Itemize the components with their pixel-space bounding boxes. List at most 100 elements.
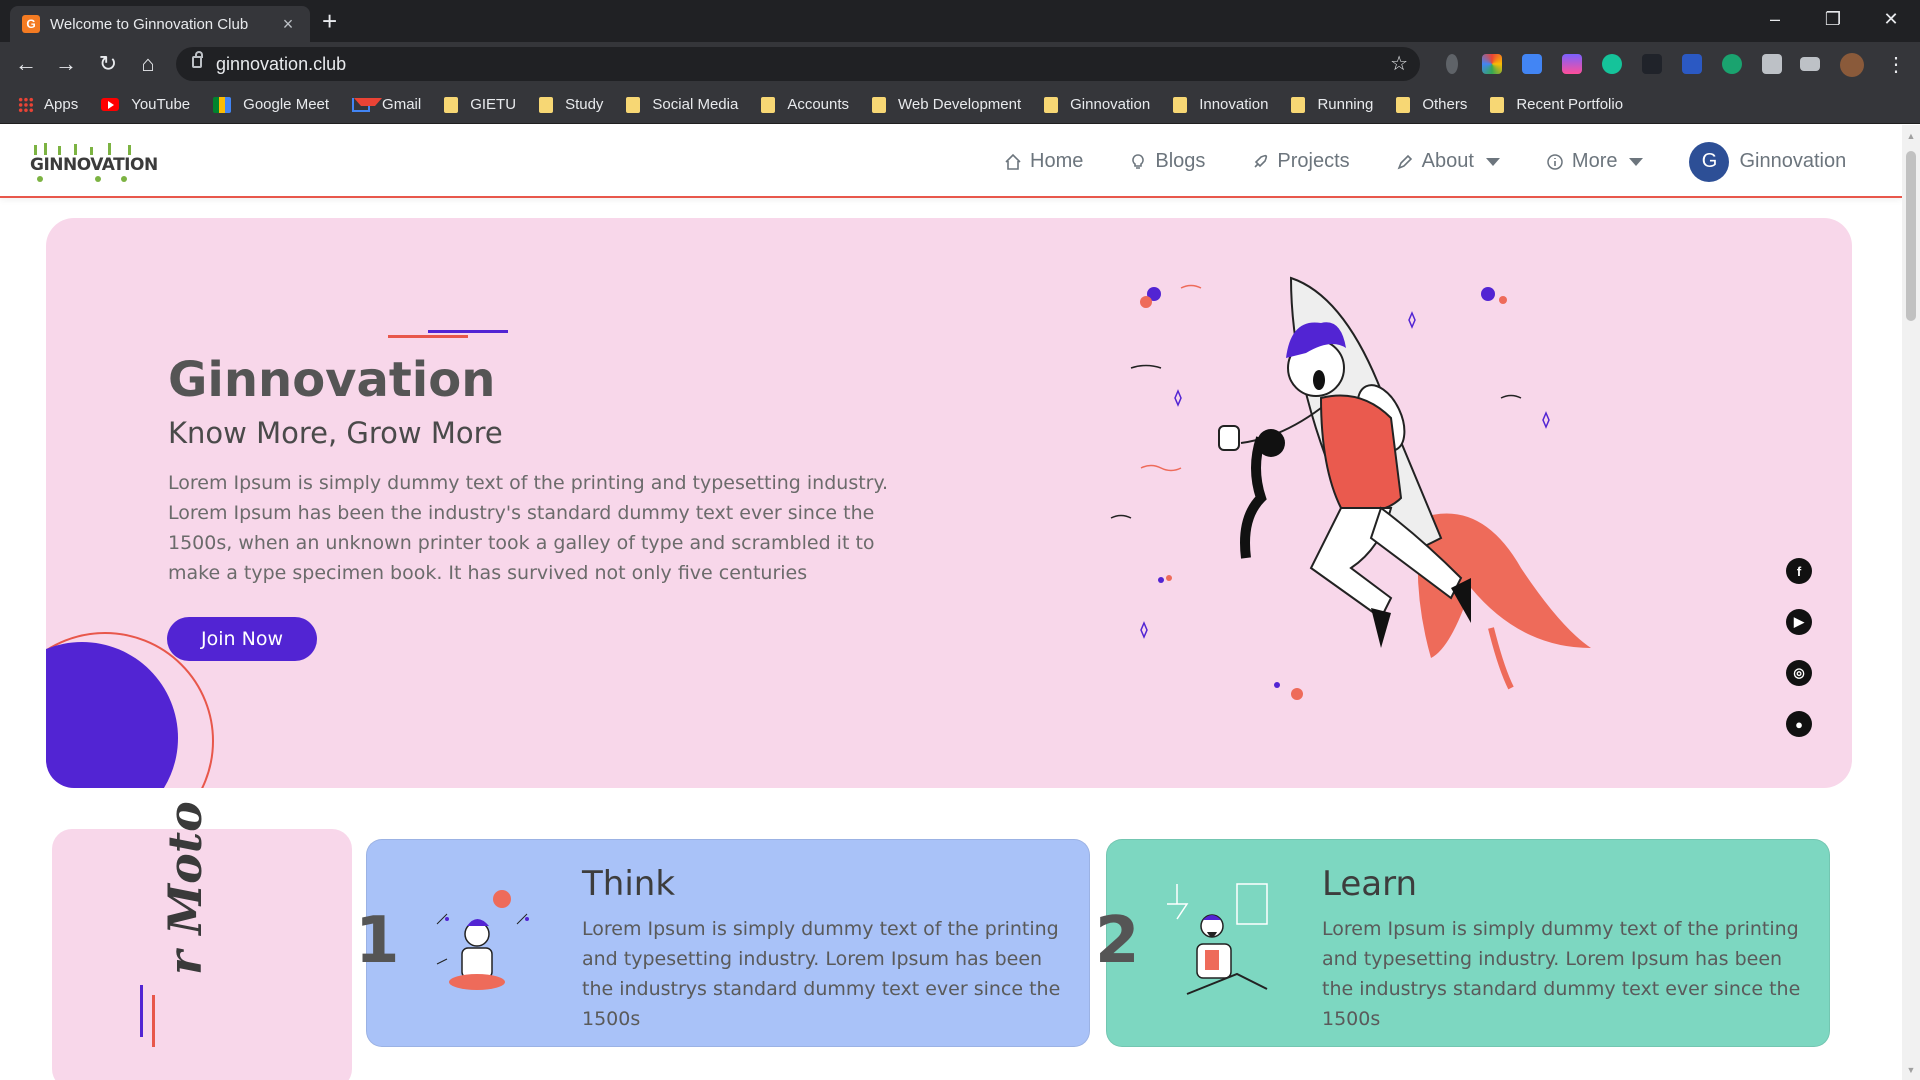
lock-icon: [192, 51, 203, 68]
forward-arrow-icon[interactable]: →: [52, 50, 80, 78]
window-controls: – ❐ ✕: [1746, 0, 1920, 42]
bookmark-folder-ginnovation[interactable]: Ginnovation: [1044, 96, 1150, 113]
nav-projects-label: Projects: [1277, 150, 1350, 172]
new-tab-button[interactable]: +: [322, 8, 337, 34]
url-text: ginnovation.club: [216, 54, 347, 74]
card-title: Think: [582, 864, 676, 904]
decor-line-red: [152, 995, 155, 1047]
github-icon[interactable]: ●: [1786, 711, 1812, 737]
grammarly-extension-icon[interactable]: [1602, 54, 1622, 74]
site-favicon-icon: G: [22, 15, 40, 33]
restore-button[interactable]: ❐: [1804, 0, 1862, 38]
rocket-icon: [1254, 154, 1268, 168]
nav-home[interactable]: Home: [1004, 150, 1083, 173]
react-devtools-extension-icon[interactable]: [1642, 54, 1662, 74]
caret-down-icon: [1485, 157, 1500, 166]
bookmark-folder-recent-portfolio[interactable]: Recent Portfolio: [1490, 96, 1623, 113]
close-window-button[interactable]: ✕: [1862, 0, 1920, 38]
bookmark-folder-web-development[interactable]: Web Development: [872, 96, 1021, 113]
back-arrow-icon[interactable]: ←: [12, 50, 40, 78]
instagram-icon[interactable]: ◎: [1786, 660, 1812, 686]
translate-extension-icon[interactable]: [1522, 54, 1542, 74]
decor-line-red: [388, 335, 468, 338]
home-icon: [1005, 153, 1021, 170]
bookmark-folder-others[interactable]: Others: [1396, 96, 1467, 113]
color-picker-extension-icon[interactable]: [1482, 54, 1502, 74]
nav-blogs[interactable]: Blogs: [1129, 150, 1205, 173]
minimize-button[interactable]: –: [1746, 0, 1804, 38]
bookmark-folder-innovation[interactable]: Innovation: [1173, 96, 1268, 113]
card-number: 1: [355, 904, 400, 978]
caret-down-icon: [1629, 157, 1644, 166]
folder-icon: [1291, 96, 1306, 113]
site-logo[interactable]: GINNOVATION: [28, 139, 158, 185]
bookmark-youtube[interactable]: YouTube: [101, 96, 190, 113]
address-bar[interactable]: ginnovation.club ☆: [176, 47, 1420, 81]
bookmark-google-meet[interactable]: Google Meet: [213, 96, 329, 113]
tab-close-icon[interactable]: ×: [278, 14, 298, 35]
nav-projects[interactable]: Projects: [1251, 150, 1350, 173]
browser-menu-icon[interactable]: ⋮: [1886, 52, 1906, 77]
decor-line-purple: [140, 985, 143, 1037]
nav-more[interactable]: More: [1546, 150, 1644, 173]
bookmark-folder-gietu[interactable]: GIETU: [444, 96, 516, 113]
extension-icon[interactable]: [1722, 54, 1742, 74]
bookmark-apps[interactable]: Apps: [18, 96, 78, 113]
reading-list-icon[interactable]: [1800, 57, 1820, 71]
moto-heading: r Moto: [158, 801, 212, 975]
bookmark-folder-accounts[interactable]: Accounts: [761, 96, 849, 113]
extension-icon[interactable]: [1562, 54, 1582, 74]
moto-card: r Moto: [52, 801, 352, 1080]
zip-extension-icon[interactable]: [1682, 54, 1702, 74]
decor-line-purple: [428, 330, 508, 333]
logo-text: GINNOVATION: [30, 155, 158, 175]
nav-about[interactable]: About: [1396, 150, 1500, 173]
bookmark-folder-social-media[interactable]: Social Media: [626, 96, 738, 113]
puzzle-extensions-icon[interactable]: [1762, 54, 1782, 74]
card-number: 2: [1095, 904, 1140, 978]
youtube-icon: [101, 98, 120, 111]
bookmark-star-icon[interactable]: ☆: [1390, 51, 1408, 76]
browser-tab[interactable]: G Welcome to Ginnovation Club ×: [10, 6, 310, 42]
site-navbar: GINNOVATION Home Blogs Projects About Mo…: [0, 125, 1902, 198]
scrollbar-thumb[interactable]: [1906, 151, 1916, 321]
google-meet-icon: [213, 96, 232, 113]
page-scrollbar[interactable]: ▲ ▼: [1902, 125, 1920, 1080]
join-now-button[interactable]: Join Now: [167, 617, 317, 661]
folder-icon: [1396, 96, 1411, 113]
tab-title: Welcome to Ginnovation Club: [50, 15, 249, 33]
bookmark-folder-study[interactable]: Study: [539, 96, 603, 113]
reload-icon[interactable]: ↻: [94, 50, 122, 78]
card-text: Lorem Ipsum is simply dummy text of the …: [1322, 918, 1801, 1030]
folder-icon: [444, 96, 459, 113]
info-icon: [1547, 153, 1563, 170]
pen-icon: [1397, 154, 1412, 169]
youtube-icon[interactable]: ▶: [1786, 609, 1812, 635]
folder-icon: [761, 96, 776, 113]
card-text: Lorem Ipsum is simply dummy text of the …: [582, 918, 1061, 1030]
folder-icon: [539, 96, 554, 113]
scroll-down-arrow-icon[interactable]: ▼: [1906, 1065, 1916, 1075]
hero-title: Ginnovation: [168, 352, 496, 408]
bookmark-folder-running[interactable]: Running: [1291, 96, 1373, 113]
rocket-boy-illustration: [1110, 276, 1591, 700]
think-card: 1 Think Lorem Ipsum is simply dummy text…: [355, 839, 1090, 1047]
gmail-icon: [352, 97, 383, 112]
card-title: Learn: [1322, 864, 1418, 904]
bookmark-gmail[interactable]: Gmail: [352, 96, 421, 113]
hero-description: Lorem Ipsum is simply dummy text of the …: [168, 472, 889, 584]
facebook-icon[interactable]: f: [1786, 558, 1812, 584]
extension-icon[interactable]: [1446, 54, 1458, 74]
lightbulb-icon: [1132, 153, 1145, 169]
folder-icon: [1044, 96, 1059, 113]
home-icon[interactable]: ⌂: [134, 50, 162, 78]
profile-avatar[interactable]: [1840, 53, 1864, 77]
user-name: Ginnovation: [1739, 150, 1847, 172]
nav-user[interactable]: G Ginnovation: [1689, 141, 1847, 182]
scroll-up-arrow-icon[interactable]: ▲: [1906, 131, 1916, 141]
apps-grid-icon: [18, 96, 34, 113]
browser-toolbar: ← → ↻ ⌂ ginnovation.club ☆ ⋮: [0, 42, 1920, 86]
folder-icon: [1490, 96, 1505, 113]
nav-more-label: More: [1571, 150, 1618, 172]
thinking-girl-illustration: [436, 890, 529, 990]
